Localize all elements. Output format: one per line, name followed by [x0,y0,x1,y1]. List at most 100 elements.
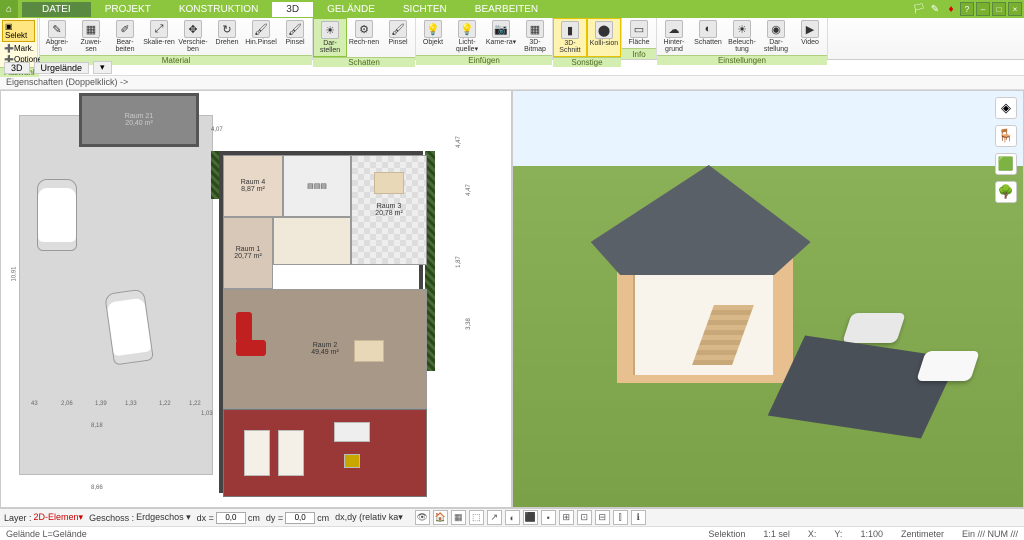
ribbon-icon: ✐ [116,20,134,38]
bottom-icon-0[interactable]: 👁 [415,510,430,525]
bottom-icon-10[interactable]: ⊟ [595,510,610,525]
ribbon-btn-rech-nen[interactable]: ⚙Rech-nen [347,18,381,57]
bottom-icon-4[interactable]: ↗ [487,510,502,525]
close-button[interactable]: × [1008,2,1022,16]
ribbon-btn-kolli-sion[interactable]: ⬤Kolli-sion [587,18,621,57]
ribbon-btn-pinsel[interactable]: 🖌Pinsel [278,18,312,55]
ribbon-select-button[interactable]: ▣ Selekt [2,20,35,42]
ribbon-mark-button[interactable]: ➕Mark. [2,43,35,54]
ribbon-btn-abgrei-fen[interactable]: ✎Abgrei-fen [40,18,74,55]
room-4: Raum 48,87 m² [223,155,283,217]
bottom-icon-1[interactable]: 🏠 [433,510,448,525]
v3tool-furniture-icon[interactable]: 🪑 [995,125,1017,147]
geschoss-select[interactable]: Erdgeschos ▾ [136,512,191,523]
ribbon-btn-dar-stellen[interactable]: ☀Dar-stellen [313,18,347,57]
ribbon-btn-hin-pinsel[interactable]: 🖌Hin.Pinsel [244,18,278,55]
ribbon-icon: 🖌 [389,20,407,38]
dx-input[interactable] [216,512,246,524]
v3tool-tree-icon[interactable]: 🌳 [995,181,1017,203]
ribbon-icon: ▦ [526,20,544,38]
room-3: Raum 320,78 m² [351,155,427,265]
ribbon-btn-label: Dar-stellung [760,39,792,53]
main-split: Raum 2120,40 m² Raum 48,87 m² ▤▤▤ Raum 3… [0,90,1024,508]
roof-3d [587,165,819,275]
couch [334,422,370,442]
menu-tab-datei[interactable]: DATEI [22,2,91,17]
menu-tab-konstruktion[interactable]: KONSTRUKTION [165,2,272,17]
menu-tab-3d[interactable]: 3D [272,2,313,17]
hallway [273,217,351,265]
bottom-icon-6[interactable]: ⬛ [523,510,538,525]
car-symbol-1 [37,179,77,251]
minimize-button[interactable]: – [976,2,990,16]
maximize-button[interactable]: □ [992,2,1006,16]
bottom-icon-8[interactable]: ⊞ [559,510,574,525]
ribbon-btn-label: Pinsel [285,39,304,46]
ribbon-btn-hinter-grund[interactable]: ☁Hinter-grund [657,18,691,55]
ribbon-btn-skalie-ren[interactable]: ⤢Skalie-ren [142,18,176,55]
status-unit: Zentimeter [901,529,944,539]
menu-tab-gelaende[interactable]: GELÄNDE [313,2,389,17]
bed-2 [278,430,304,476]
bottom-icon-9[interactable]: ⊡ [577,510,592,525]
v3tool-ground-icon[interactable]: 🟩 [995,153,1017,175]
table-2 [354,340,384,362]
pencil-icon[interactable]: ✎ [928,2,942,16]
ribbon-btn-kame-ra-[interactable]: 📷Kame-ra▾ [484,18,518,55]
status-y: Y: [834,529,842,539]
help-button[interactable]: ? [960,2,974,16]
stairwell: ▤▤▤ [283,155,351,217]
bottom-icon-7[interactable]: • [541,510,556,525]
room-2: Raum 249,49 m² [223,289,427,409]
room-1: Raum 120,77 m² [223,217,273,289]
flag-de-icon[interactable]: 🏳 [912,2,926,16]
v3tool-layers-icon[interactable]: ◈ [995,97,1017,119]
bottom-icon-2[interactable]: ▦ [451,510,466,525]
ribbon-group-einfuegen: Einfügen [416,55,552,65]
coord-mode-select[interactable]: dx,dy (relativ ka▾ [335,512,403,523]
ribbon-btn-schatten[interactable]: ◐Schatten [691,18,725,55]
ribbon-btn-licht-quelle-[interactable]: 💡Licht-quelle▾ [450,18,484,55]
ribbon-btn-zuwei-sen[interactable]: ▦Zuwei-sen [74,18,108,55]
house-outline: Raum 48,87 m² ▤▤▤ Raum 320,78 m² Raum 12… [219,151,423,493]
ribbon-icon: 📷 [492,20,510,38]
ribbon-btn-drehen[interactable]: ↻Drehen [210,18,244,55]
breadcrumb-dropdown[interactable]: ▾ [93,61,112,74]
plan-2d-viewport[interactable]: Raum 2120,40 m² Raum 48,87 m² ▤▤▤ Raum 3… [0,90,512,508]
ribbon-btn-verschie-ben[interactable]: ✥Verschie-ben [176,18,210,55]
car-3d-2 [916,351,980,381]
ribbon-btn-dar-stellung[interactable]: ◉Dar-stellung [759,18,793,55]
help-icon[interactable]: ♦ [944,2,958,16]
ribbon-btn-3d-schnitt[interactable]: ▮3D-Schnitt [553,18,587,57]
bottom-icon-11[interactable]: ⫿ [613,510,628,525]
view-3d-viewport[interactable]: ◈ 🪑 🟩 🌳 [512,90,1024,508]
ribbon-icon: ▶ [801,20,819,38]
status-x: X: [808,529,817,539]
ribbon-btn-beleuch-tung[interactable]: ☀Beleuch-tung [725,18,759,55]
breadcrumb-3d[interactable]: 3D [4,62,30,74]
dy-input[interactable] [285,512,315,524]
ribbon-icon: ▭ [630,20,648,38]
ribbon-icon: ☀ [733,20,751,38]
layer-select[interactable]: 2D-Elemen▾ [34,512,84,523]
bottom-icon-5[interactable]: ◐ [505,510,520,525]
menu-tab-projekt[interactable]: PROJEKT [91,2,165,17]
ribbon-btn-fl-che[interactable]: ▭Fläche [622,18,656,48]
ribbon-icon: 🖌 [286,20,304,38]
bottom-toolbar: Layer : 2D-Elemen▾ Geschoss : Erdgeschos… [0,508,1024,526]
armchair [344,454,360,468]
app-icon[interactable]: ⌂ [0,0,18,18]
breadcrumb-urgelaende[interactable]: Urgelände [34,62,90,74]
dx-label: dx = [197,513,214,523]
sofa-1 [236,340,266,356]
ribbon-btn-3d-bitmap[interactable]: ▦3D-Bitmap [518,18,552,55]
ribbon-btn-video[interactable]: ▶Video [793,18,827,55]
ribbon-btn-pinsel[interactable]: 🖌Pinsel [381,18,415,57]
bottom-icon-3[interactable]: ⬚ [469,510,484,525]
menu-tab-sichten[interactable]: SICHTEN [389,2,461,17]
ribbon-icon: ✎ [48,20,66,38]
ribbon-btn-bear-beiten[interactable]: ✐Bear-beiten [108,18,142,55]
ribbon-btn-objekt[interactable]: 💡Objekt [416,18,450,55]
bottom-icon-12[interactable]: ℹ [631,510,646,525]
menu-tab-bearbeiten[interactable]: BEARBEITEN [461,2,552,17]
